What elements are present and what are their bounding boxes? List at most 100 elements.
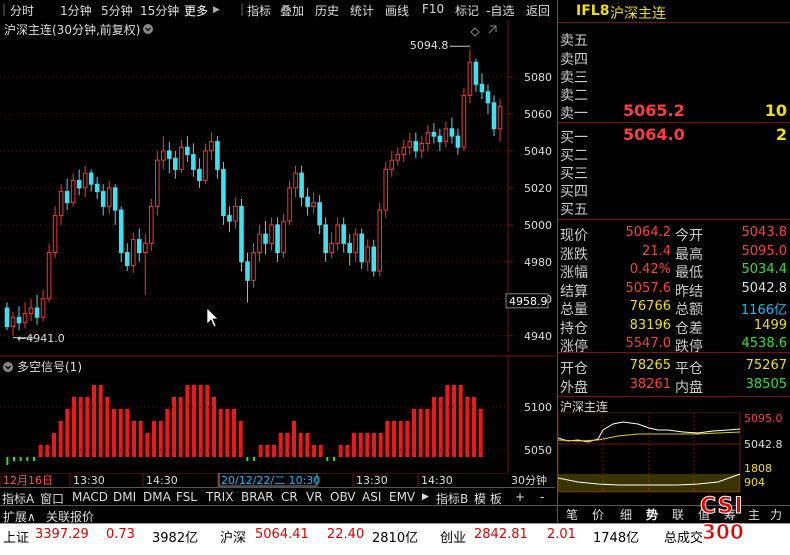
period-label[interactable]: 30分钟 <box>511 473 547 487</box>
tab-detail[interactable]: 细 <box>620 506 632 523</box>
tab-macd[interactable]: MACD <box>72 490 108 504</box>
candle-body <box>287 187 292 222</box>
signal-bar <box>398 421 403 457</box>
hs-index-label[interactable]: 沪深 <box>220 527 246 546</box>
tabs-more-arrow-icon[interactable]: ▶ <box>422 492 429 502</box>
tab-fsl[interactable]: FSL <box>176 490 197 504</box>
candle-body <box>359 233 365 263</box>
zoom-in-button[interactable]: + <box>515 490 525 504</box>
tab-related[interactable]: 联 <box>672 506 684 523</box>
tool-indicator-button[interactable]: 指标 <box>247 2 271 19</box>
y-tick-label: 4940 <box>524 330 552 343</box>
signal-bar <box>45 445 50 457</box>
sh-index-amount: 3982亿 <box>152 531 199 546</box>
sell-level-3: 卖三 <box>560 70 588 86</box>
y-tick-label: 4980 <box>524 256 552 269</box>
tool-back-button[interactable]: 返回 <box>526 2 550 19</box>
tab-asi[interactable]: ASI <box>362 490 381 504</box>
period-tab-1min[interactable]: 1分钟 <box>60 2 92 19</box>
candle-body <box>419 143 425 152</box>
candle-body <box>383 168 389 211</box>
mini-intraday-chart[interactable]: 沪深主连 5095.0 5042.8 1808 904 <box>558 398 790 493</box>
candle-body <box>100 191 106 207</box>
tab-dma[interactable]: DMA <box>143 490 171 504</box>
indicator-title: 多空信号(1) <box>17 360 82 374</box>
tool-mark-button[interactable]: 标记 <box>455 2 479 19</box>
sell-level-4: 卖四 <box>560 52 588 68</box>
signal-bar <box>198 385 203 457</box>
tab-force[interactable]: 力 <box>770 506 782 523</box>
signal-bar <box>338 445 343 457</box>
candle-body <box>257 233 262 254</box>
divider <box>558 219 790 220</box>
tab-trend[interactable]: 势 <box>646 506 658 523</box>
candlestick-chart[interactable]: 50805060504050205000498049604940 5094.8←… <box>0 20 555 352</box>
quote-value: 5064.2 <box>625 225 672 240</box>
more-periods-button[interactable]: 更多 <box>184 2 208 19</box>
tab-dmi[interactable]: DMI <box>113 490 136 504</box>
candle-body <box>221 168 226 217</box>
tab-obv[interactable]: OBV <box>330 490 356 504</box>
candle-body <box>497 106 503 130</box>
candle-body <box>10 316 16 328</box>
indicator-dropdown-icon[interactable] <box>3 362 13 372</box>
signal-bar <box>178 397 183 457</box>
x-tick-label: 14:30 <box>421 474 453 487</box>
zoom-out-button[interactable]: - <box>540 490 544 504</box>
candle-body <box>215 141 220 170</box>
candle-body <box>233 205 238 222</box>
quote-value: 5547.0 <box>625 336 672 351</box>
period-tab-5min[interactable]: 5分钟 <box>101 2 133 19</box>
chart-title-dropdown-icon[interactable] <box>143 24 153 34</box>
candle-body <box>52 215 58 254</box>
tab-trix[interactable]: TRIX <box>206 490 233 504</box>
candle-body <box>203 150 208 181</box>
indicator-chart[interactable]: 5100 5050 多空信号(1) <box>0 355 555 473</box>
signal-bar <box>72 397 76 457</box>
period-tab-fenshi[interactable]: 分时 <box>10 2 34 19</box>
signal-bar <box>33 457 35 461</box>
candle-body <box>58 191 64 217</box>
tool-f10-button[interactable]: F10 <box>422 2 444 16</box>
candle-body <box>407 141 413 148</box>
signal-bar <box>13 457 15 461</box>
tool-draw-button[interactable]: 画线 <box>385 2 409 19</box>
tool-watchlist-button[interactable]: -自选 <box>486 2 514 19</box>
candle-body <box>413 141 419 152</box>
cy-index-label[interactable]: 创业 <box>440 527 466 546</box>
signal-bar <box>246 457 249 461</box>
tab-cr[interactable]: CR <box>281 490 298 504</box>
tab-brar[interactable]: BRAR <box>241 490 274 504</box>
tab-price[interactable]: 价 <box>592 506 604 523</box>
period-tab-15min[interactable]: 15分钟 <box>140 2 179 19</box>
candle-body <box>311 202 316 207</box>
signal-bar <box>205 385 210 457</box>
tool-overlay-button[interactable]: 叠加 <box>280 2 304 19</box>
tool-history-button[interactable]: 历史 <box>315 2 339 19</box>
quote-label: 跌停 <box>675 339 703 355</box>
sh-index-label[interactable]: 上证 <box>3 527 29 546</box>
signal-bar <box>326 457 329 461</box>
buy1-price: 5064.0 <box>623 125 685 144</box>
tab-ticks[interactable]: 笔 <box>566 506 578 523</box>
quote-label: 总量 <box>560 302 588 318</box>
tool-stats-button[interactable]: 统计 <box>350 2 374 19</box>
quote-label: 涨停 <box>560 339 588 355</box>
quote-label: 涨幅 <box>560 265 588 281</box>
candle-body <box>124 252 130 267</box>
signal-bar <box>238 421 243 457</box>
signal-bar <box>212 397 216 457</box>
candle-body <box>461 94 467 148</box>
tab-vr[interactable]: VR <box>306 490 323 504</box>
y-tick-label: 5060 <box>524 108 552 121</box>
signal-bar <box>158 421 163 457</box>
position-value: 78265 <box>629 358 671 373</box>
position-label: 外盘 <box>560 379 588 396</box>
chart-title: 沪深主连(30分钟,前复权) <box>4 22 140 37</box>
tab-emv[interactable]: EMV <box>389 490 415 504</box>
candle-body <box>353 233 359 254</box>
x-tick-label: 13:30 <box>356 474 388 487</box>
buy-level-3: 买三 <box>560 166 588 182</box>
signal-bar <box>312 445 316 457</box>
x-tick-label: 20/12/22/二 10:30 <box>221 474 320 487</box>
